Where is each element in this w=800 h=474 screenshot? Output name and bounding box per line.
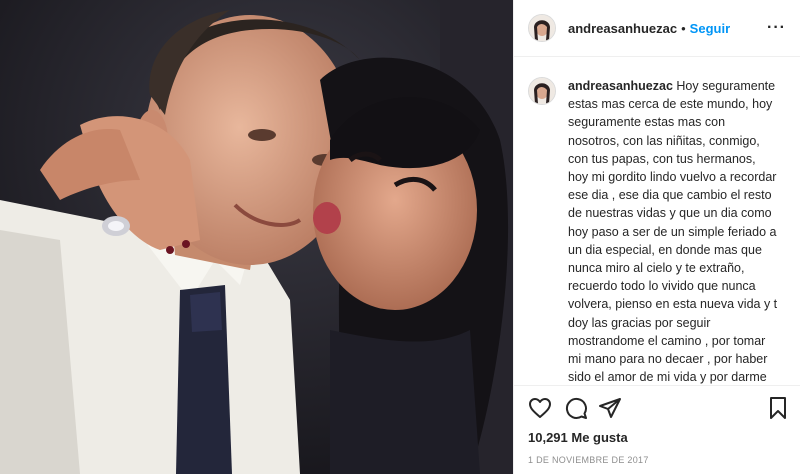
caption-text-block: andreasanhuezac Hoy seguramente estas ma… [568, 77, 778, 384]
comment-icon[interactable] [564, 396, 588, 420]
post-header: andreasanhuezac • Seguir ··· [514, 0, 800, 57]
follow-button[interactable]: Seguir [690, 21, 730, 36]
avatar-image [529, 15, 555, 41]
heart-icon[interactable] [528, 396, 552, 420]
couple-photo [0, 0, 513, 474]
avatar-image [529, 78, 555, 104]
post-photo[interactable] [0, 0, 513, 474]
post-side-panel: andreasanhuezac • Seguir ··· andreasanhu… [513, 0, 800, 474]
bookmark-icon[interactable] [766, 396, 790, 420]
separator-dot: • [681, 20, 686, 36]
username-link[interactable]: andreasanhuezac [568, 21, 677, 36]
caption: andreasanhuezac Hoy seguramente estas ma… [514, 57, 800, 384]
send-icon[interactable] [598, 396, 622, 420]
caption-username-link[interactable]: andreasanhuezac [568, 79, 673, 93]
caption-avatar[interactable] [528, 77, 556, 105]
post-date[interactable]: 1 DE NOVIEMBRE DE 2017 [528, 455, 649, 465]
action-bar [514, 385, 800, 429]
more-options-icon[interactable]: ··· [767, 19, 786, 37]
avatar[interactable] [528, 14, 556, 42]
likes-count[interactable]: 10,291 Me gusta [528, 430, 628, 445]
caption-text: Hoy seguramente estas mas cerca de este … [568, 79, 778, 384]
post-modal: andreasanhuezac • Seguir ··· andreasanhu… [0, 0, 800, 474]
